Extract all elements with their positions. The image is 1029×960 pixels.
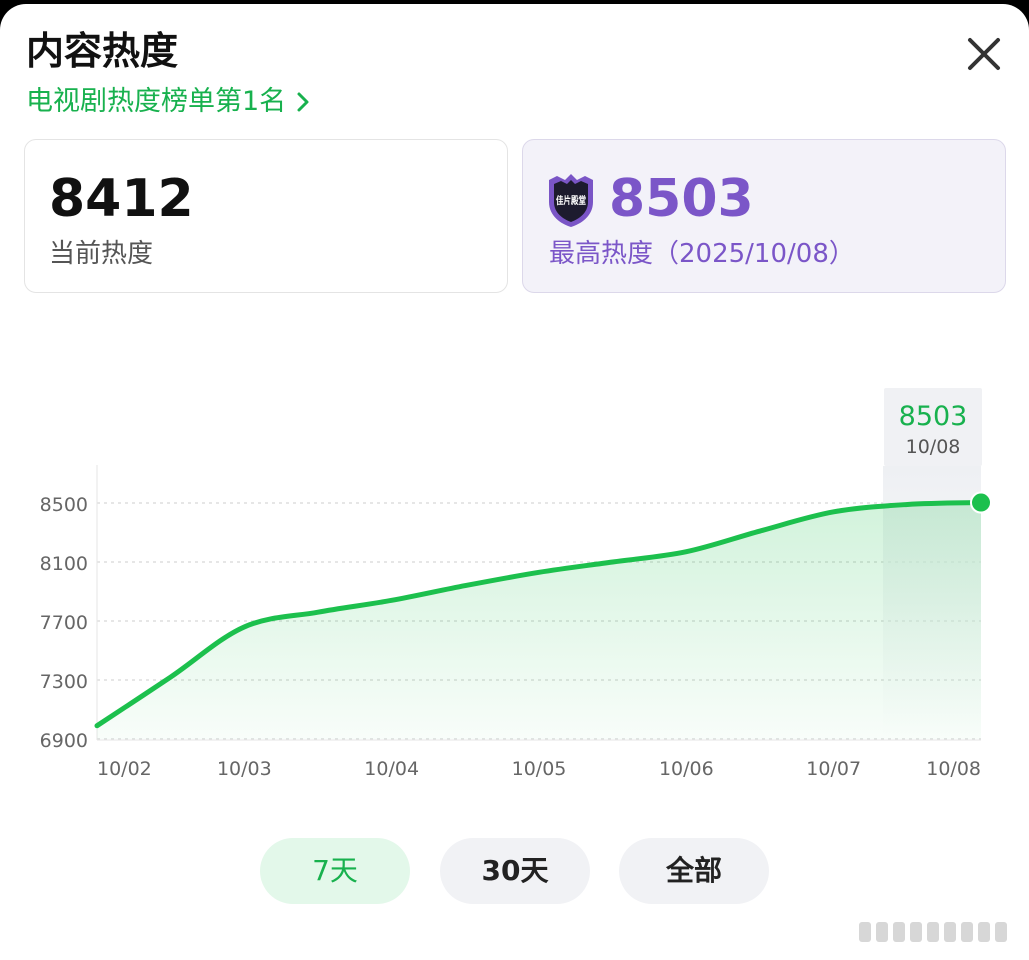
x-tick-label: 10/05 <box>512 758 567 780</box>
tab-30-days[interactable]: 30天 <box>440 838 590 904</box>
current-heat-label: 当前热度 <box>49 239 154 269</box>
x-tick-label: 10/08 <box>926 758 981 780</box>
x-tick-label: 10/07 <box>806 758 861 780</box>
max-heat-card: 佳片殿堂 8503 最高热度（2025/10/08） <box>522 139 1006 293</box>
hall-of-fame-badge: 佳片殿堂 <box>549 174 593 227</box>
chevron-right-icon <box>297 92 309 112</box>
x-tick-label: 10/04 <box>364 758 419 780</box>
x-tick-label: 10/06 <box>659 758 714 780</box>
peak-point <box>970 491 992 514</box>
close-icon[interactable] <box>962 32 1006 76</box>
current-heat-card: 8412 当前热度 <box>24 139 508 293</box>
tooltip-value: 8503 <box>899 401 968 432</box>
max-heat-label: 最高热度（2025/10/08） <box>549 239 855 269</box>
tab-all[interactable]: 全部 <box>619 838 769 904</box>
rank-link[interactable]: 电视剧热度榜单第1名 <box>26 84 310 120</box>
current-heat-value: 8412 <box>49 169 194 229</box>
badge-text: 佳片殿堂 <box>556 194 586 207</box>
tab-7-days[interactable]: 7天 <box>260 838 410 904</box>
y-tick-label: 6900 <box>40 730 88 752</box>
y-tick-label: 8100 <box>40 553 88 575</box>
range-tabs: 7天 30天 全部 <box>0 838 1029 904</box>
y-tick-label: 7300 <box>40 671 88 693</box>
x-tick-label: 10/03 <box>217 758 272 780</box>
rank-link-label: 电视剧热度榜单第1名 <box>26 86 287 117</box>
page-title: 内容热度 <box>26 29 179 73</box>
max-heat-value: 8503 <box>609 169 754 229</box>
y-tick-label: 8500 <box>40 494 88 516</box>
tooltip-date: 10/08 <box>906 436 961 458</box>
y-tick-label: 7700 <box>40 612 88 634</box>
x-tick-label: 10/02 <box>97 758 152 780</box>
